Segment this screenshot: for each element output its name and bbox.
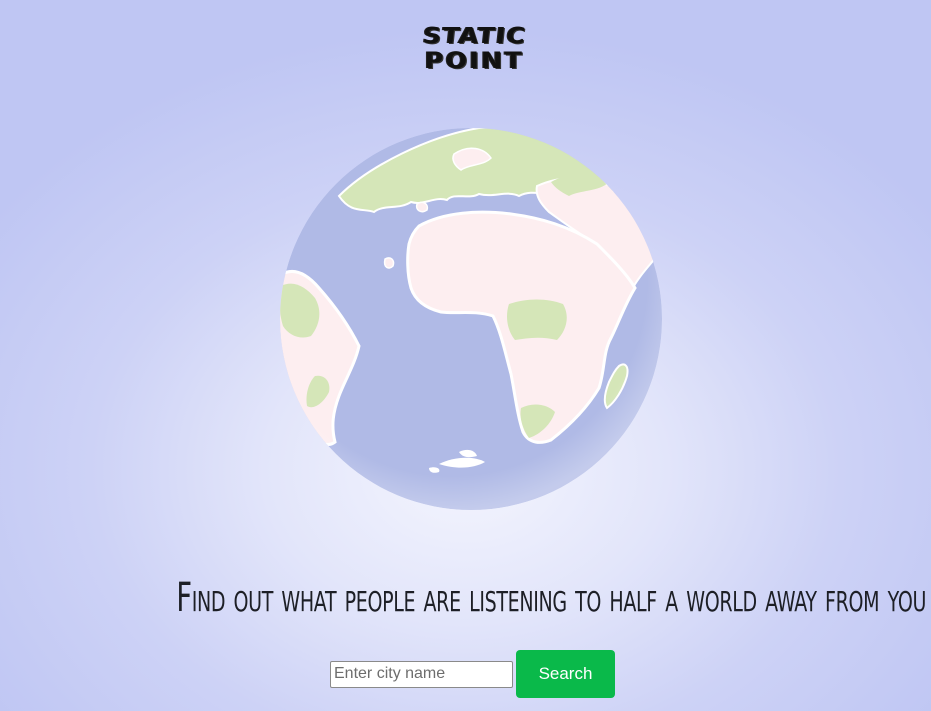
logo-line-1: STATIC [421, 24, 528, 49]
globe-graphic [280, 128, 662, 510]
search-button[interactable]: Search [516, 650, 615, 698]
logo: STATIC POINT [402, 24, 547, 76]
tagline: Find out what people are listening to ha… [0, 572, 931, 624]
tagline-text: Find out what people are listening to ha… [176, 575, 927, 621]
globe-icon [279, 126, 667, 514]
search-form: Search [330, 650, 615, 698]
city-search-input[interactable] [330, 660, 513, 688]
logo-line-2: POINT [424, 49, 525, 74]
